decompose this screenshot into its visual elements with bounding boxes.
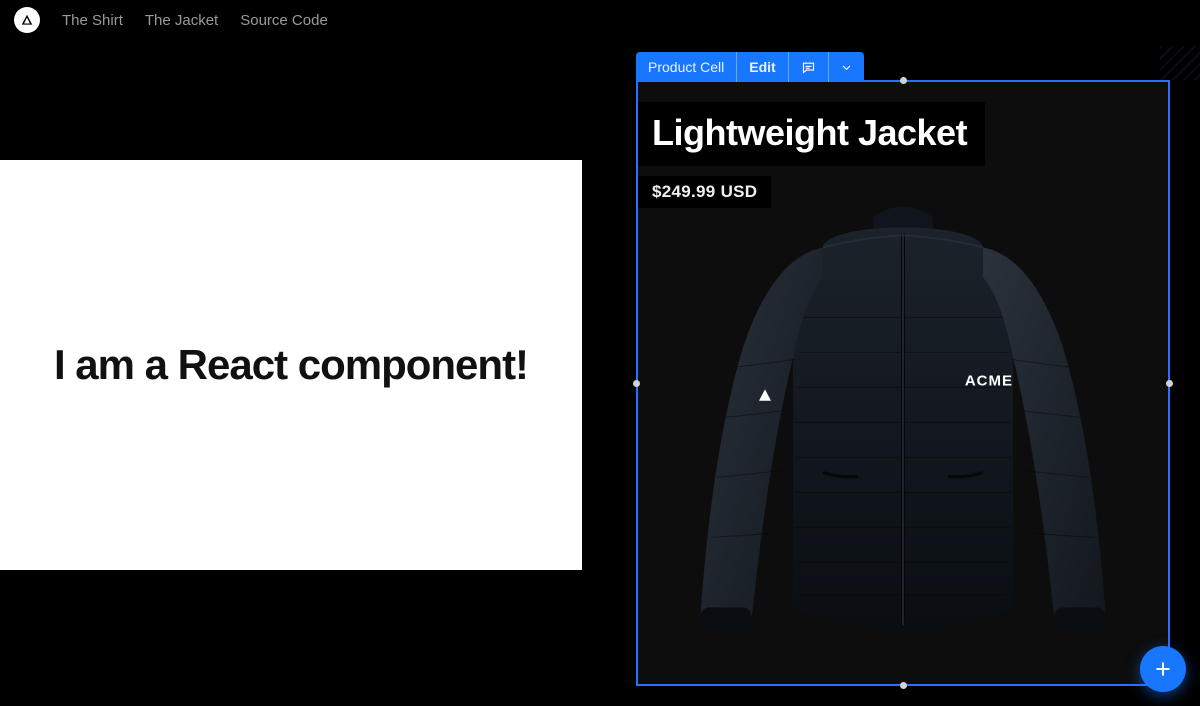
resize-handle-n[interactable] <box>900 77 907 84</box>
comment-button[interactable] <box>789 52 829 82</box>
resize-handle-e[interactable] <box>1166 380 1173 387</box>
react-component-preview: I am a React component! <box>0 160 582 570</box>
comment-icon <box>801 60 816 75</box>
garment-sleeve-logo <box>757 387 773 403</box>
product-image: ACME <box>673 187 1133 657</box>
resize-handle-w[interactable] <box>633 380 640 387</box>
selection-toolbar: Product Cell Edit <box>636 52 864 82</box>
resize-handle-s[interactable] <box>900 682 907 689</box>
react-component-text: I am a React component! <box>54 340 528 390</box>
nav: The Shirt The Jacket Source Code <box>62 12 328 29</box>
plus-icon <box>1153 659 1173 679</box>
jacket-illustration <box>673 187 1133 657</box>
add-fab[interactable] <box>1140 646 1186 692</box>
garment-brand-label: ACME <box>965 372 1013 389</box>
app-logo[interactable] <box>14 7 40 33</box>
canvas-hatch-decoration <box>1160 46 1200 80</box>
nav-link-jacket[interactable]: The Jacket <box>145 12 218 29</box>
product-title-container: Lightweight Jacket <box>638 102 985 166</box>
nav-link-source[interactable]: Source Code <box>240 12 328 29</box>
product-cell-selection[interactable]: Product Cell Edit Lightweight Jacket $24… <box>636 80 1170 686</box>
product-title: Lightweight Jacket <box>652 112 967 154</box>
nav-link-shirt[interactable]: The Shirt <box>62 12 123 29</box>
triangle-icon <box>20 13 34 27</box>
selection-component-name[interactable]: Product Cell <box>636 52 737 82</box>
header: The Shirt The Jacket Source Code <box>0 0 1200 40</box>
chevron-down-icon <box>839 60 854 75</box>
edit-button[interactable]: Edit <box>737 52 788 82</box>
more-dropdown[interactable] <box>829 52 864 82</box>
